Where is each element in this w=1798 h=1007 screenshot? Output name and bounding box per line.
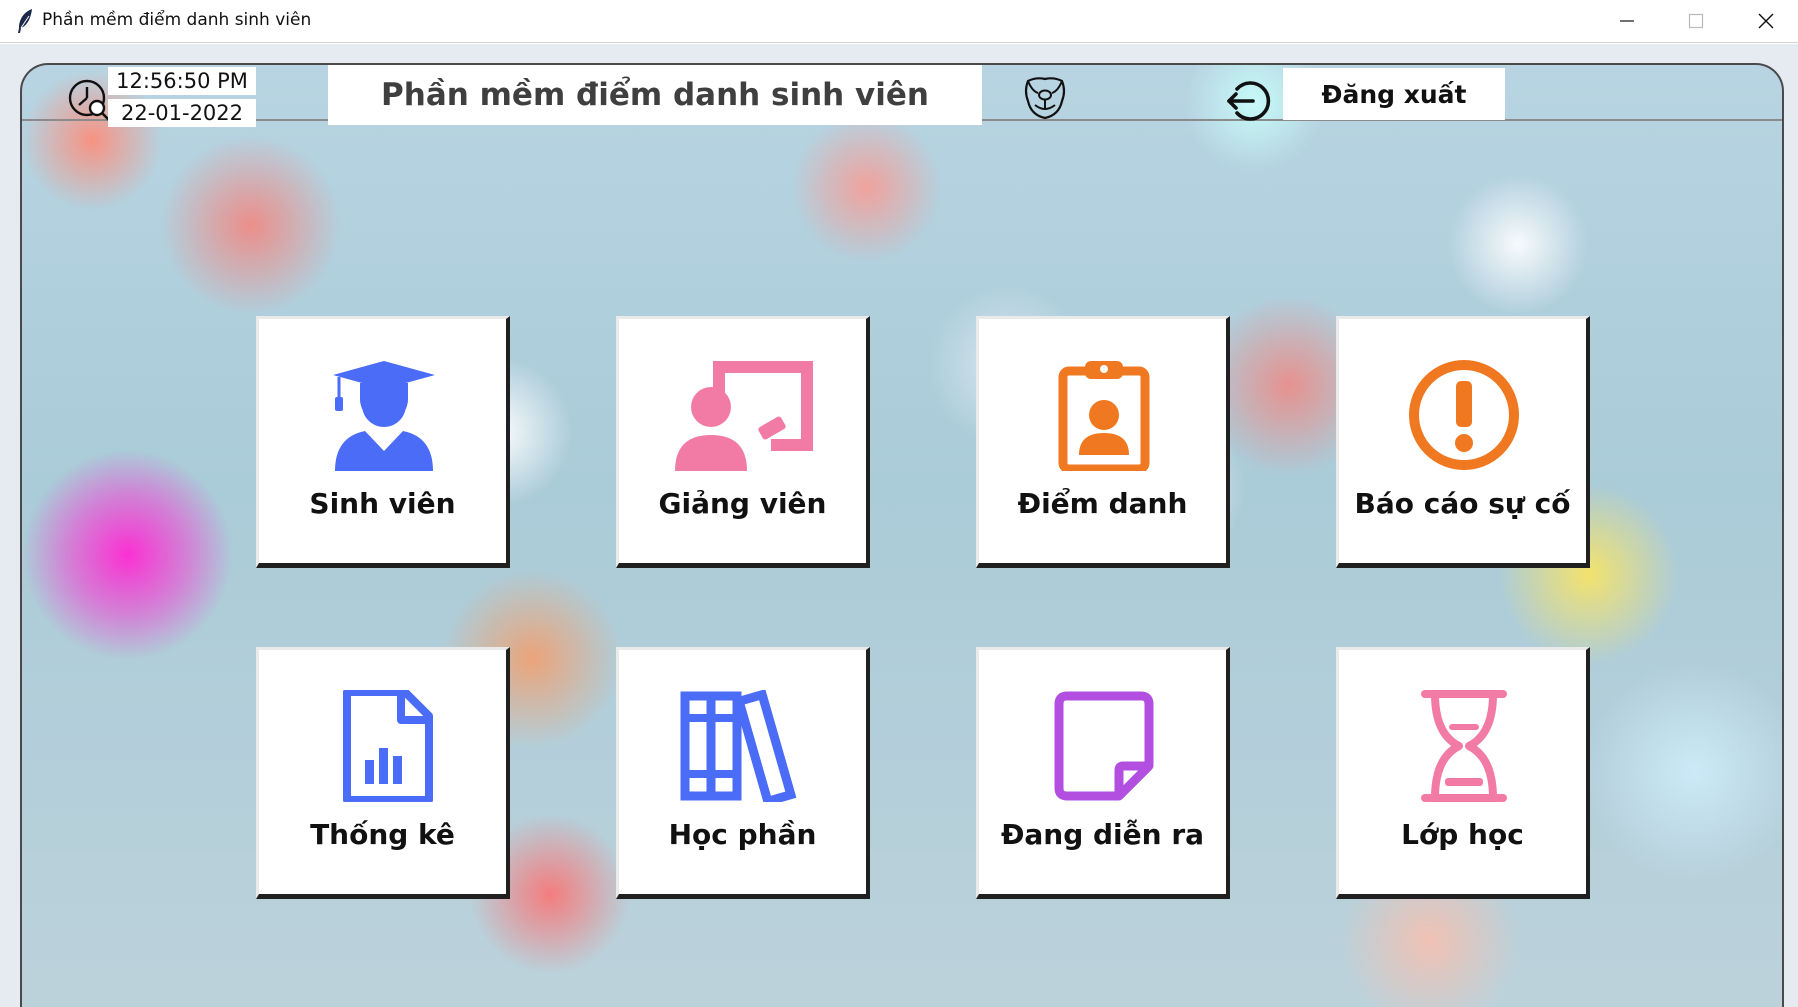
title-bar: Phần mềm điểm danh sinh viên bbox=[0, 0, 1798, 43]
hourglass-icon bbox=[1421, 690, 1507, 802]
bokeh-background-panel: 12:56:50 PM 22-01-2022 Phần mềm điểm dan… bbox=[20, 63, 1784, 1007]
minimize-button[interactable] bbox=[1592, 0, 1662, 42]
maximize-button[interactable] bbox=[1661, 0, 1731, 42]
maximize-icon bbox=[1688, 13, 1704, 29]
close-button[interactable] bbox=[1731, 0, 1798, 42]
feather-icon bbox=[18, 9, 32, 33]
teacher-icon bbox=[675, 361, 813, 471]
tile-label: Lớp học bbox=[1401, 818, 1524, 851]
current-date: 22-01-2022 bbox=[108, 99, 256, 127]
tile-diem-danh[interactable]: Điểm danh bbox=[976, 316, 1230, 568]
report-chart-icon bbox=[343, 690, 433, 802]
clock-search-icon bbox=[68, 79, 110, 121]
pig-mask-icon bbox=[1024, 77, 1066, 120]
tile-sinh-vien[interactable]: Sinh viên bbox=[256, 316, 510, 568]
tile-lop-hoc[interactable]: Lớp học bbox=[1336, 647, 1590, 899]
window-title: Phần mềm điểm danh sinh viên bbox=[42, 10, 312, 30]
close-icon bbox=[1758, 13, 1774, 29]
logout-button[interactable]: Đăng xuất bbox=[1283, 68, 1505, 120]
page-title: Phần mềm điểm danh sinh viên bbox=[328, 65, 982, 125]
tile-hoc-phan[interactable]: Học phần bbox=[616, 647, 870, 899]
main-window: 12:56:50 PM 22-01-2022 Phần mềm điểm dan… bbox=[0, 44, 1798, 1007]
clipboard-id-icon bbox=[1058, 361, 1150, 471]
tile-label: Giảng viên bbox=[658, 487, 827, 520]
alert-icon bbox=[1409, 360, 1519, 470]
tile-dang-dien-ra[interactable]: Đang diễn ra bbox=[976, 647, 1230, 899]
minimize-icon bbox=[1620, 20, 1634, 22]
tile-label: Đang diễn ra bbox=[1000, 818, 1205, 851]
sticky-note-icon bbox=[1054, 691, 1154, 801]
tile-thong-ke[interactable]: Thống kê bbox=[256, 647, 510, 899]
tile-label: Thống kê bbox=[310, 818, 455, 851]
tile-label: Sinh viên bbox=[309, 487, 456, 520]
tile-label: Học phần bbox=[668, 818, 817, 851]
books-icon bbox=[680, 690, 797, 802]
tile-bao-cao-su-co[interactable]: Báo cáo sự cố bbox=[1336, 316, 1590, 568]
tile-giang-vien[interactable]: Giảng viên bbox=[616, 316, 870, 568]
current-time: 12:56:50 PM bbox=[108, 67, 256, 95]
logout-arrow-icon[interactable] bbox=[1223, 77, 1271, 125]
tile-label: Điểm danh bbox=[1017, 487, 1188, 520]
student-icon bbox=[333, 361, 435, 471]
tile-label: Báo cáo sự cố bbox=[1354, 487, 1571, 520]
